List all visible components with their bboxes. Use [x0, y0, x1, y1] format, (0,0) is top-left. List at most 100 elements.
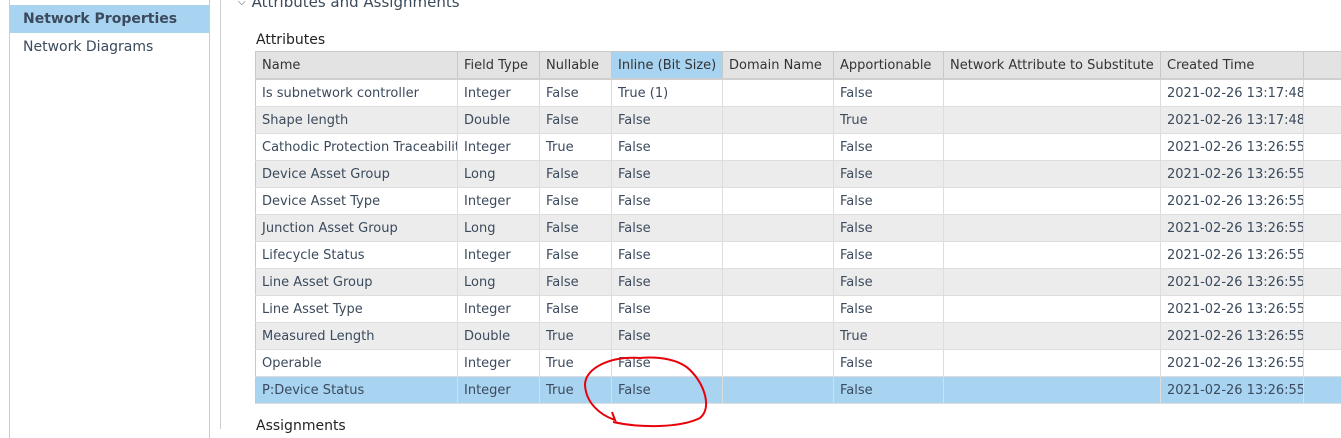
table-row[interactable]: Device Asset TypeIntegerFalseFalseFalse2…	[256, 188, 1341, 215]
table-cell: Double	[458, 107, 540, 134]
table-cell-empty	[1304, 79, 1341, 107]
table-cell: 2021-02-26 13:26:55	[1161, 215, 1304, 242]
table-row[interactable]: Device Asset GroupLongFalseFalseFalse202…	[256, 161, 1341, 188]
attributes-table: NameField TypeNullableInline (Bit Size)D…	[255, 51, 1341, 404]
table-cell-empty	[1304, 269, 1341, 296]
table-cell: Long	[458, 269, 540, 296]
table-cell: False	[612, 296, 723, 323]
table-cell: Junction Asset Group	[256, 215, 458, 242]
sidebar: Network Properties Network Diagrams	[9, 0, 210, 438]
table-cell: Integer	[458, 377, 540, 404]
table-cell: False	[612, 323, 723, 350]
table-cell: 2021-02-26 13:26:55	[1161, 269, 1304, 296]
table-cell: False	[540, 161, 612, 188]
table-cell: Measured Length	[256, 323, 458, 350]
sidebar-item-network-properties[interactable]: Network Properties	[10, 5, 209, 33]
column-header[interactable]: Created Time	[1161, 52, 1304, 80]
table-cell: False	[612, 269, 723, 296]
table-cell: False	[540, 188, 612, 215]
table-cell	[723, 215, 834, 242]
table-cell: False	[612, 350, 723, 377]
table-cell: False	[612, 242, 723, 269]
table-row[interactable]: Lifecycle StatusIntegerFalseFalseFalse20…	[256, 242, 1341, 269]
table-cell	[944, 134, 1161, 161]
attributes-heading: Attributes	[256, 32, 325, 48]
table-cell-empty	[1304, 296, 1341, 323]
table-cell: True	[834, 107, 944, 134]
table-cell	[723, 79, 834, 107]
table-cell: Operable	[256, 350, 458, 377]
divider	[220, 0, 221, 429]
column-header[interactable]: Inline (Bit Size)	[612, 52, 723, 80]
table-row[interactable]: Cathodic Protection TraceabilityIntegerT…	[256, 134, 1341, 161]
table-cell: Long	[458, 215, 540, 242]
table-cell	[944, 188, 1161, 215]
section-title: Attributes and Assignments	[252, 0, 460, 11]
table-cell: Line Asset Type	[256, 296, 458, 323]
column-header[interactable]	[1304, 52, 1341, 80]
table-cell: False	[834, 350, 944, 377]
table-cell: 2021-02-26 13:26:55	[1161, 134, 1304, 161]
table-cell	[944, 79, 1161, 107]
column-header[interactable]: Apportionable	[834, 52, 944, 80]
table-cell: 2021-02-26 13:26:55	[1161, 350, 1304, 377]
column-header[interactable]: Nullable	[540, 52, 612, 80]
table-cell: Cathodic Protection Traceability	[256, 134, 458, 161]
table-cell: False	[540, 79, 612, 107]
table-cell: 2021-02-26 13:17:48	[1161, 79, 1304, 107]
table-cell: 2021-02-26 13:26:55	[1161, 161, 1304, 188]
table-cell	[944, 161, 1161, 188]
assignments-heading: Assignments	[256, 418, 346, 434]
table-cell: False	[540, 242, 612, 269]
column-header[interactable]: Domain Name	[723, 52, 834, 80]
table-cell-empty	[1304, 134, 1341, 161]
table-cell: False	[834, 296, 944, 323]
table-row[interactable]: Shape lengthDoubleFalseFalseTrue2021-02-…	[256, 107, 1341, 134]
table-cell	[723, 107, 834, 134]
table-cell: False	[540, 269, 612, 296]
table-cell	[944, 242, 1161, 269]
table-cell: False	[834, 269, 944, 296]
table-cell: 2021-02-26 13:26:55	[1161, 323, 1304, 350]
table-cell	[723, 188, 834, 215]
table-cell: False	[834, 215, 944, 242]
table-row[interactable]: Line Asset GroupLongFalseFalseFalse2021-…	[256, 269, 1341, 296]
table-cell: True	[540, 323, 612, 350]
table-cell: Integer	[458, 79, 540, 107]
table-cell: Integer	[458, 296, 540, 323]
table-cell	[944, 296, 1161, 323]
table-cell: False	[834, 134, 944, 161]
table-cell: False	[612, 134, 723, 161]
table-cell-empty	[1304, 188, 1341, 215]
table-cell-empty	[1304, 377, 1341, 404]
table-cell: False	[540, 107, 612, 134]
table-row[interactable]: Measured LengthDoubleTrueFalseTrue2021-0…	[256, 323, 1341, 350]
column-header[interactable]: Name	[256, 52, 458, 80]
sidebar-item-network-diagrams[interactable]: Network Diagrams	[10, 33, 209, 61]
table-row[interactable]: Junction Asset GroupLongFalseFalseFalse2…	[256, 215, 1341, 242]
table-cell	[944, 107, 1161, 134]
table-cell	[723, 269, 834, 296]
table-row[interactable]: P:Device StatusIntegerTrueFalseFalse2021…	[256, 377, 1341, 404]
table-row[interactable]: Is subnetwork controllerIntegerFalseTrue…	[256, 79, 1341, 107]
table-cell: Line Asset Group	[256, 269, 458, 296]
column-header[interactable]: Field Type	[458, 52, 540, 80]
table-cell: False	[612, 215, 723, 242]
chevron-down-icon: ⌵	[238, 0, 246, 8]
table-cell: False	[612, 161, 723, 188]
section-header-attributes-and-assignments[interactable]: ⌵ Attributes and Assignments	[238, 0, 460, 11]
table-cell: P:Device Status	[256, 377, 458, 404]
table-row[interactable]: Line Asset TypeIntegerFalseFalseFalse202…	[256, 296, 1341, 323]
table-cell: False	[540, 215, 612, 242]
table-cell	[944, 215, 1161, 242]
table-cell: Integer	[458, 242, 540, 269]
table-row[interactable]: OperableIntegerTrueFalseFalse2021-02-26 …	[256, 350, 1341, 377]
table-cell: Long	[458, 161, 540, 188]
table-cell	[944, 323, 1161, 350]
table-cell: True	[834, 323, 944, 350]
table-cell: True	[540, 350, 612, 377]
column-header[interactable]: Network Attribute to Substitute	[944, 52, 1161, 80]
table-cell-empty	[1304, 161, 1341, 188]
table-cell: False	[612, 377, 723, 404]
table-cell: False	[834, 79, 944, 107]
